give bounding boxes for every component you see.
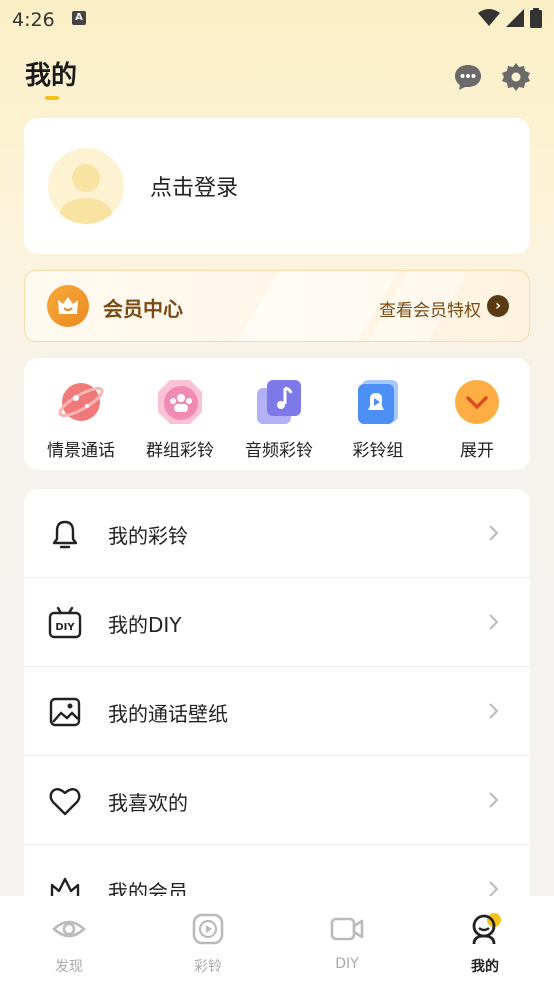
diy-tv-icon: DIY (48, 606, 82, 639)
menu-label: 我的DIY (108, 613, 182, 637)
menu-item-my-diy[interactable]: DIY 我的DIY (24, 578, 530, 667)
eye-icon (52, 920, 86, 938)
expand-chevron-icon (453, 378, 501, 426)
tab-label: 我的 (471, 959, 499, 975)
quick-item-audio-ringtone[interactable]: 音频彩铃 (229, 378, 329, 461)
chevron-right-icon (489, 703, 499, 719)
title-underline (45, 96, 59, 100)
chevron-right-icon (489, 792, 499, 808)
menu-list: 我的彩铃 DIY 我的DIY 我的通话壁纸 我喜欢的 我的会员 (24, 489, 530, 909)
menu-label: 我的通话壁纸 (108, 702, 228, 726)
menu-label: 我喜欢的 (108, 791, 188, 815)
music-note-icon (255, 378, 303, 426)
battery-icon (530, 8, 542, 28)
quick-item-scene-call[interactable]: 情景通话 (31, 378, 131, 461)
group-icon (156, 378, 204, 426)
play-icon (192, 913, 224, 945)
vip-center-bar[interactable]: 会员中心 查看会员特权 › (24, 270, 530, 342)
vip-title: 会员中心 (103, 297, 183, 321)
chevron-right-icon (489, 614, 499, 630)
quick-label: 展开 (460, 441, 494, 461)
quick-label: 音频彩铃 (245, 441, 313, 461)
diy-badge-text: DIY (55, 622, 75, 633)
heart-icon (49, 788, 81, 816)
wifi-icon (478, 9, 500, 26)
wallpaper-icon (49, 697, 81, 727)
page-header: 我的 (25, 58, 531, 106)
quick-item-ringtone-group[interactable]: 彩铃组 (328, 378, 428, 461)
planet-icon (57, 378, 105, 426)
vip-arrow-icon[interactable]: › (487, 295, 509, 317)
notification-icon: A (72, 11, 86, 25)
bell-folder-icon (354, 378, 402, 426)
signal-icon (506, 9, 524, 27)
quick-label: 彩铃组 (352, 441, 404, 461)
tab-discover[interactable]: 发现 (29, 912, 109, 976)
tab-diy[interactable]: DIY (307, 912, 387, 972)
quick-label: 群组彩铃 (146, 441, 214, 461)
tab-label: 发现 (55, 959, 83, 975)
menu-label: 我的彩铃 (108, 524, 188, 548)
menu-item-favorites[interactable]: 我喜欢的 (24, 756, 530, 845)
quick-item-group-ringtone[interactable]: 群组彩铃 (130, 378, 230, 461)
status-indicators (478, 8, 542, 28)
tab-ringtones[interactable]: 彩铃 (168, 912, 248, 976)
login-card[interactable]: 点击登录 (24, 118, 530, 254)
vip-crown-icon (47, 285, 89, 327)
default-avatar-icon (48, 148, 124, 224)
quick-label: 情景通话 (47, 441, 115, 461)
menu-item-my-ringtones[interactable]: 我的彩铃 (24, 489, 530, 578)
profile-icon (472, 913, 501, 945)
tab-label: 彩铃 (194, 959, 222, 975)
tab-label: DIY (335, 956, 359, 972)
tab-mine[interactable]: 我的 (445, 912, 525, 976)
chat-bubble-icon[interactable] (453, 62, 483, 92)
quick-item-expand[interactable]: 展开 (427, 378, 527, 461)
bottom-tab-bar: 发现 彩铃 DIY 我的 (0, 896, 554, 984)
bell-icon (52, 520, 78, 549)
status-time: 4:26 (12, 9, 55, 31)
chevron-right-icon (489, 525, 499, 541)
status-bar: 4:26 A (0, 0, 554, 40)
login-text[interactable]: 点击登录 (150, 170, 238, 202)
quick-actions-card: 情景通话 群组彩铃 音频彩铃 彩铃组 展开 (24, 358, 530, 470)
vip-privileges-link[interactable]: 查看会员特权 (379, 296, 481, 321)
gear-icon[interactable] (501, 62, 531, 92)
menu-item-call-wallpaper[interactable]: 我的通话壁纸 (24, 667, 530, 756)
video-camera-icon (330, 917, 364, 941)
